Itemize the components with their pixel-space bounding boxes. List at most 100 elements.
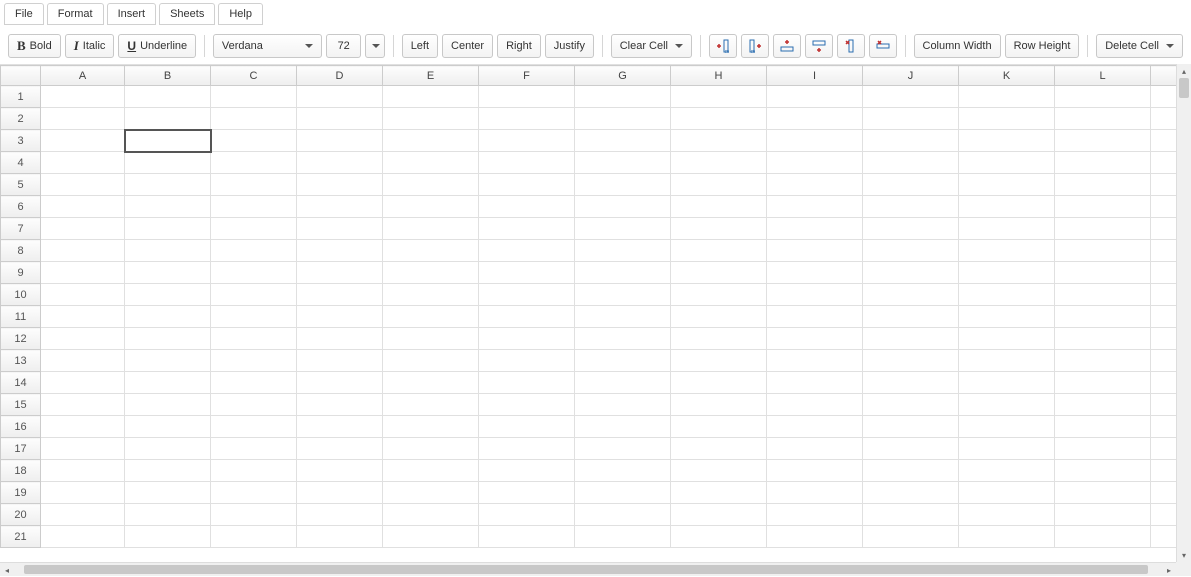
cell[interactable] — [479, 108, 575, 130]
cell[interactable] — [297, 284, 383, 306]
cell[interactable] — [41, 460, 125, 482]
cell[interactable] — [575, 372, 671, 394]
cell[interactable] — [1055, 306, 1151, 328]
cell[interactable] — [297, 416, 383, 438]
cell[interactable] — [575, 328, 671, 350]
cell[interactable] — [297, 328, 383, 350]
cell[interactable] — [1055, 108, 1151, 130]
cell[interactable] — [863, 86, 959, 108]
cell[interactable] — [125, 174, 211, 196]
cell[interactable] — [863, 152, 959, 174]
cell[interactable] — [959, 416, 1055, 438]
cell[interactable] — [383, 394, 479, 416]
bold-button[interactable]: B Bold — [8, 34, 61, 58]
cell[interactable] — [211, 460, 297, 482]
cell[interactable] — [41, 218, 125, 240]
cell[interactable] — [767, 284, 863, 306]
cell[interactable] — [959, 526, 1055, 548]
cell[interactable] — [1055, 482, 1151, 504]
cell[interactable] — [297, 372, 383, 394]
cell[interactable] — [767, 86, 863, 108]
cell[interactable] — [575, 482, 671, 504]
column-width-button[interactable]: Column Width — [914, 34, 1001, 58]
cell[interactable] — [479, 416, 575, 438]
cell[interactable] — [575, 174, 671, 196]
cell[interactable] — [41, 526, 125, 548]
cell[interactable] — [41, 284, 125, 306]
cell[interactable] — [1055, 130, 1151, 152]
cell[interactable] — [479, 482, 575, 504]
scroll-left-icon[interactable]: ◂ — [0, 563, 14, 577]
cell[interactable] — [211, 284, 297, 306]
cell[interactable] — [383, 416, 479, 438]
cell[interactable] — [767, 394, 863, 416]
cell[interactable] — [767, 174, 863, 196]
cell[interactable] — [41, 350, 125, 372]
column-header[interactable]: C — [211, 66, 297, 86]
cell[interactable] — [863, 372, 959, 394]
cell[interactable] — [383, 174, 479, 196]
cell[interactable] — [297, 130, 383, 152]
cell[interactable] — [479, 240, 575, 262]
cell[interactable] — [767, 152, 863, 174]
cell[interactable] — [211, 504, 297, 526]
horizontal-scroll-thumb[interactable] — [24, 565, 1148, 574]
cell[interactable] — [671, 328, 767, 350]
scroll-right-icon[interactable]: ▸ — [1162, 563, 1176, 577]
cell[interactable] — [125, 130, 211, 152]
cell[interactable] — [41, 372, 125, 394]
row-header[interactable]: 18 — [1, 460, 41, 482]
cell[interactable] — [211, 394, 297, 416]
cell[interactable] — [383, 262, 479, 284]
cell[interactable] — [863, 438, 959, 460]
cell[interactable] — [1055, 416, 1151, 438]
cell[interactable] — [297, 504, 383, 526]
cell[interactable] — [767, 504, 863, 526]
cell[interactable] — [297, 350, 383, 372]
cell[interactable] — [383, 196, 479, 218]
cell[interactable] — [767, 482, 863, 504]
row-header[interactable]: 12 — [1, 328, 41, 350]
cell[interactable] — [671, 174, 767, 196]
cell[interactable] — [959, 130, 1055, 152]
cell[interactable] — [671, 262, 767, 284]
row-header[interactable]: 16 — [1, 416, 41, 438]
cell[interactable] — [671, 416, 767, 438]
cell[interactable] — [575, 86, 671, 108]
underline-button[interactable]: U Underline — [118, 34, 196, 58]
cell[interactable] — [1055, 438, 1151, 460]
cell[interactable] — [383, 240, 479, 262]
cell[interactable] — [479, 152, 575, 174]
cell[interactable] — [671, 152, 767, 174]
column-header[interactable]: G — [575, 66, 671, 86]
cell[interactable] — [575, 108, 671, 130]
cell[interactable] — [1055, 460, 1151, 482]
cell[interactable] — [125, 438, 211, 460]
cell[interactable] — [383, 350, 479, 372]
cell[interactable] — [863, 460, 959, 482]
cell[interactable] — [863, 482, 959, 504]
cell[interactable] — [383, 526, 479, 548]
cell[interactable] — [959, 196, 1055, 218]
cell[interactable] — [297, 240, 383, 262]
cell[interactable] — [863, 218, 959, 240]
horizontal-scrollbar[interactable]: ◂ ▸ — [0, 562, 1176, 576]
cell[interactable] — [1055, 526, 1151, 548]
cell[interactable] — [575, 152, 671, 174]
cell[interactable] — [383, 108, 479, 130]
cell[interactable] — [575, 526, 671, 548]
cell[interactable] — [479, 86, 575, 108]
cell[interactable] — [479, 350, 575, 372]
cell[interactable] — [41, 152, 125, 174]
cell[interactable] — [211, 350, 297, 372]
cell[interactable] — [767, 218, 863, 240]
cell[interactable] — [297, 86, 383, 108]
cell[interactable] — [767, 350, 863, 372]
cell[interactable] — [41, 504, 125, 526]
cell[interactable] — [297, 460, 383, 482]
font-size-dropdown[interactable] — [365, 34, 385, 58]
menu-insert[interactable]: Insert — [107, 3, 157, 25]
cell[interactable] — [383, 306, 479, 328]
cell[interactable] — [211, 306, 297, 328]
column-header[interactable]: L — [1055, 66, 1151, 86]
